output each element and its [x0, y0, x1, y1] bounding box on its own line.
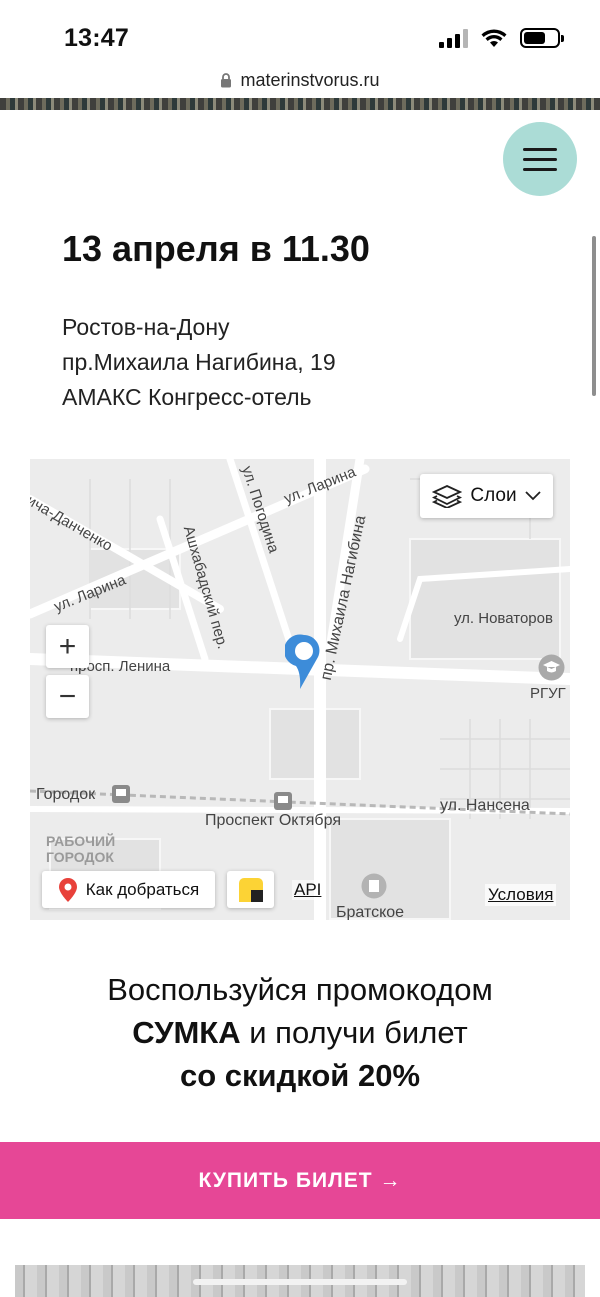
status-bar: 13:47 [0, 0, 600, 62]
map-layers-button[interactable]: Слои [420, 474, 553, 518]
map-label-gorodok: Городок [36, 786, 96, 803]
hamburger-line [523, 157, 557, 161]
train-station-icon [112, 785, 130, 803]
scrollbar[interactable] [592, 236, 596, 396]
university-icon [538, 654, 565, 681]
promo-discount: со скидкой 20% [179, 1058, 421, 1093]
yandex-maps-logo-icon [238, 877, 263, 902]
promo-line-3: со скидкой 20% [0, 1054, 600, 1097]
promo-code: СУМКА [132, 1015, 241, 1050]
promo-line-2-rest: и получи билет [240, 1015, 468, 1050]
battery-icon [520, 28, 564, 48]
cellular-signal-icon [439, 28, 468, 48]
event-date: 13 апреля в 11.30 [62, 228, 370, 269]
address-city: Ростов-на-Дону [62, 314, 230, 340]
zoom-out-button[interactable]: − [46, 675, 89, 718]
get-directions-label: Как добраться [85, 879, 200, 899]
landmark-icon [361, 873, 387, 899]
zoom-in-button[interactable]: + [46, 625, 89, 668]
hamburger-line [523, 167, 557, 171]
map-label-rabochiy: РАБОЧИЙ [46, 833, 116, 849]
hamburger-menu-button[interactable] [503, 122, 577, 196]
promo-text: Воспользуйся промокодом СУМКА и получи б… [0, 968, 600, 1097]
lock-icon [221, 72, 232, 87]
map-api-link[interactable]: API [292, 880, 324, 900]
hamburger-line [523, 147, 557, 151]
map-label-gorodok-district: ГОРОДОК [46, 849, 114, 865]
home-indicator[interactable] [193, 1279, 407, 1285]
url-text: materinstvorus.ru [240, 69, 380, 90]
address-street: пр.Михаила Нагибина, 19 [62, 349, 336, 375]
location-marker-icon[interactable] [285, 633, 323, 691]
train-station-icon [274, 792, 292, 810]
map-terms-link[interactable]: Условия [485, 884, 557, 906]
map-layers-label: Слои [470, 485, 517, 506]
map-label-rgug: РГУГ [530, 685, 566, 702]
map-label-novatorov: ул. Новаторов [454, 610, 553, 627]
chevron-down-icon [524, 491, 541, 501]
address-bar[interactable]: materinstvorus.ru [0, 62, 600, 98]
event-address: Ростов-на-Дону пр.Михаила Нагибина, 19 А… [62, 310, 336, 415]
status-icons [439, 28, 564, 48]
status-time: 13:47 [64, 24, 129, 52]
yandex-maps-button[interactable] [227, 871, 274, 908]
get-directions-button[interactable]: Как добраться [42, 871, 215, 908]
layers-icon [432, 485, 463, 508]
map-widget[interactable]: ича-Данченко ул. Погодина ул. Ларина пр.… [30, 459, 570, 920]
promo-line-1: Воспользуйся промокодом [107, 972, 493, 1007]
map-pin-icon [58, 877, 77, 902]
map-label-prospekt-oktyabrya: Проспект Октября [205, 812, 341, 829]
buy-ticket-button[interactable]: КУПИТЬ БИЛЕТ → [0, 1142, 600, 1219]
map-label-bratskoe: Братское [336, 904, 405, 920]
map-label-nansena: ул. Нансена [440, 797, 530, 814]
address-venue: АМАКС Конгресс-отель [62, 384, 312, 410]
promo-line-2: СУМКА и получи билет [0, 1011, 600, 1054]
wifi-icon [481, 29, 507, 47]
header-image-strip [0, 98, 600, 110]
